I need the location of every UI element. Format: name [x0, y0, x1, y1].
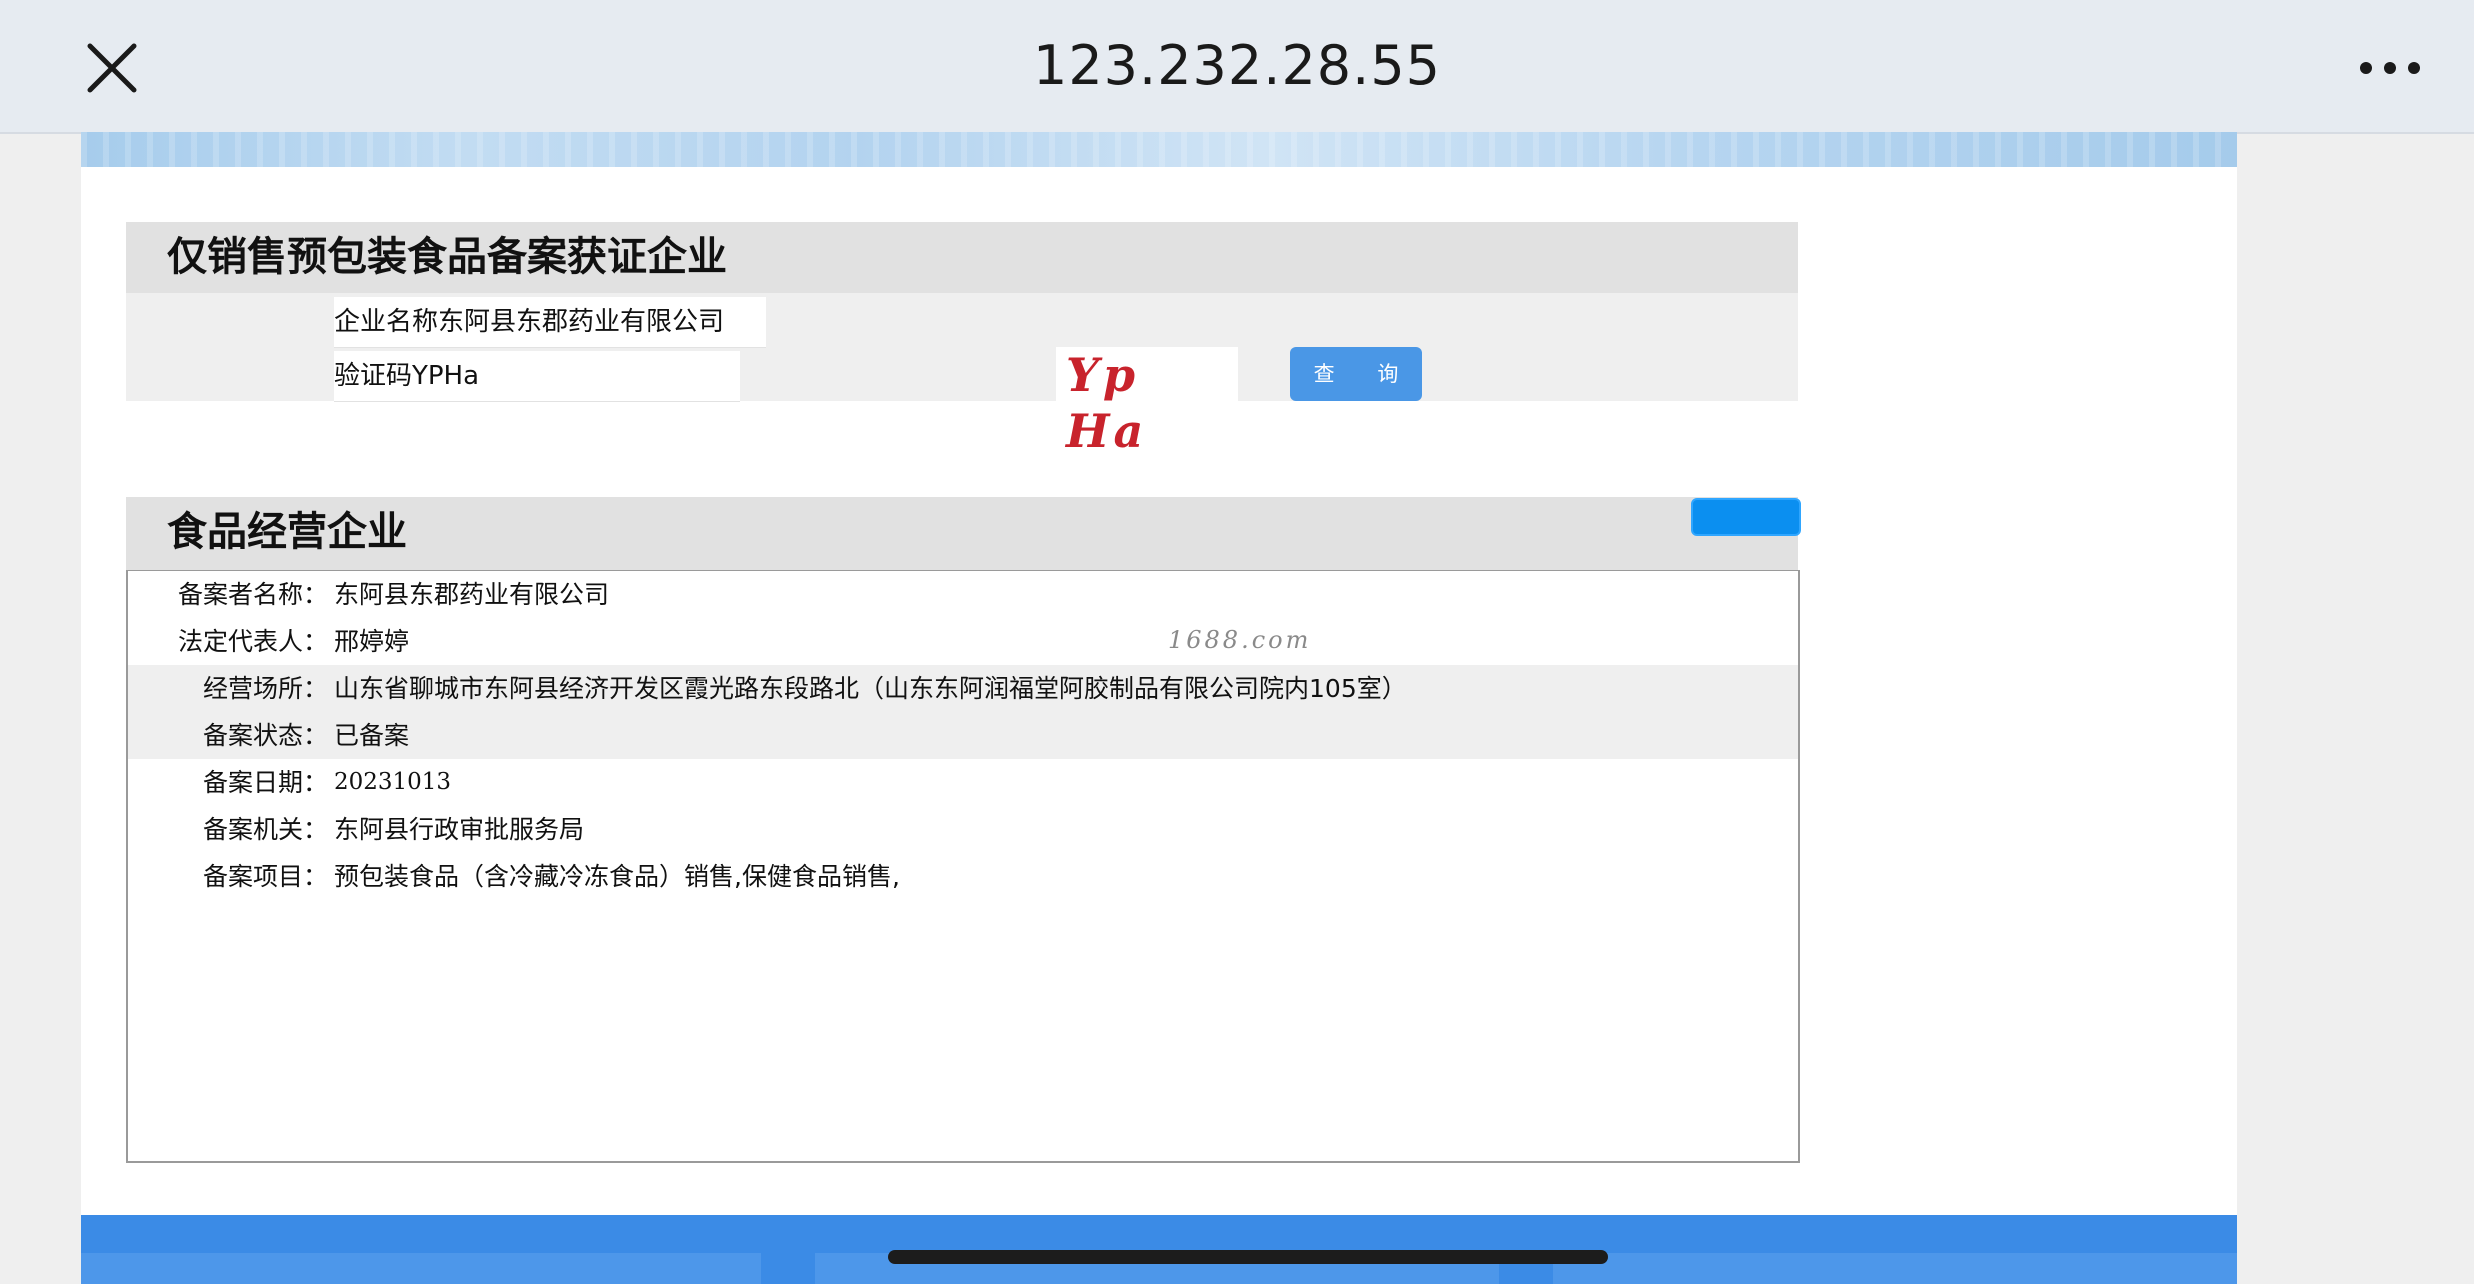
more-horizontal-icon	[2360, 62, 2420, 74]
query-button[interactable]: 查 询	[1290, 347, 1422, 401]
row-value-premises: 山东省聊城市东阿县经济开发区霞光路东段路北（山东东阿润福堂阿胶制品有限公司院内1…	[334, 674, 1407, 703]
blue-action-button[interactable]	[1691, 498, 1801, 536]
header-banner	[81, 132, 2237, 167]
browser-top-bar: 123.232.28.55	[0, 0, 2474, 134]
query-panel: 仅销售预包装食品备案获证企业 企业名称东阿县东郡药业有限公司 验证码YPHa Y…	[126, 222, 1798, 458]
close-icon	[87, 43, 137, 93]
result-row: 备案机关： 东阿县行政审批服务局	[128, 806, 1798, 853]
row-value-date: 20231013	[334, 769, 452, 795]
result-row: 备案者名称： 东阿县东郡药业有限公司	[128, 571, 1798, 618]
row-label-scope: 备案项目：	[202, 862, 328, 891]
row-value-status: 已备案	[334, 721, 410, 750]
result-row: 备案状态： 已备案	[128, 712, 1798, 759]
watermark: 1688.com	[1168, 626, 1312, 654]
more-menu-button[interactable]	[2350, 36, 2430, 100]
captcha-field[interactable]: 验证码YPHa	[334, 351, 740, 402]
row-label-filer-name: 备案者名称：	[177, 580, 328, 609]
query-panel-header: 仅销售预包装食品备案获证企业	[126, 222, 1798, 293]
result-panel-header: 食品经营企业	[126, 497, 1798, 570]
close-button[interactable]	[80, 36, 144, 100]
row-label-date: 备案日期：	[202, 768, 328, 797]
result-panel-title: 食品经营企业	[167, 509, 407, 555]
footer-tile	[1553, 1253, 2237, 1284]
row-label-status: 备案状态：	[202, 721, 328, 750]
row-label-premises: 经营场所：	[202, 674, 328, 703]
result-row: 备案日期： 20231013	[128, 759, 1798, 806]
row-label-authority: 备案机关：	[202, 815, 328, 844]
home-indicator[interactable]	[888, 1250, 1608, 1264]
result-row: 经营场所： 山东省聊城市东阿县经济开发区霞光路东段路北（山东东阿润福堂阿胶制品有…	[128, 665, 1798, 712]
row-value-filer-name: 东阿县东郡药业有限公司	[334, 580, 610, 609]
captcha-input[interactable]	[334, 351, 740, 401]
result-row: 法定代表人： 邢婷婷	[128, 618, 1798, 665]
captcha-image-text: Yp Ha	[1066, 348, 1148, 458]
result-panel-body: 备案者名称： 东阿县东郡药业有限公司 法定代表人： 邢婷婷 经营场所： 山东省聊…	[126, 570, 1800, 1163]
web-page: 仅销售预包装食品备案获证企业 企业名称东阿县东郡药业有限公司 验证码YPHa Y…	[81, 132, 2237, 1284]
footer-tile	[81, 1253, 761, 1284]
company-name-input[interactable]	[334, 297, 766, 347]
row-value-legal-rep: 邢婷婷	[334, 627, 410, 656]
row-value-authority: 东阿县行政审批服务局	[334, 815, 585, 844]
row-value-scope: 预包装食品（含冷藏冷冻食品）销售,保健食品销售,	[334, 862, 900, 891]
captcha-image[interactable]: Yp Ha	[1056, 347, 1238, 458]
query-panel-title: 仅销售预包装食品备案获证企业	[167, 234, 727, 280]
page-url: 123.232.28.55	[1032, 34, 1442, 97]
result-row: 备案项目： 预包装食品（含冷藏冷冻食品）销售,保健食品销售,	[128, 853, 1798, 900]
company-name-field[interactable]: 企业名称东阿县东郡药业有限公司	[334, 297, 766, 348]
row-label-legal-rep: 法定代表人：	[177, 627, 328, 656]
